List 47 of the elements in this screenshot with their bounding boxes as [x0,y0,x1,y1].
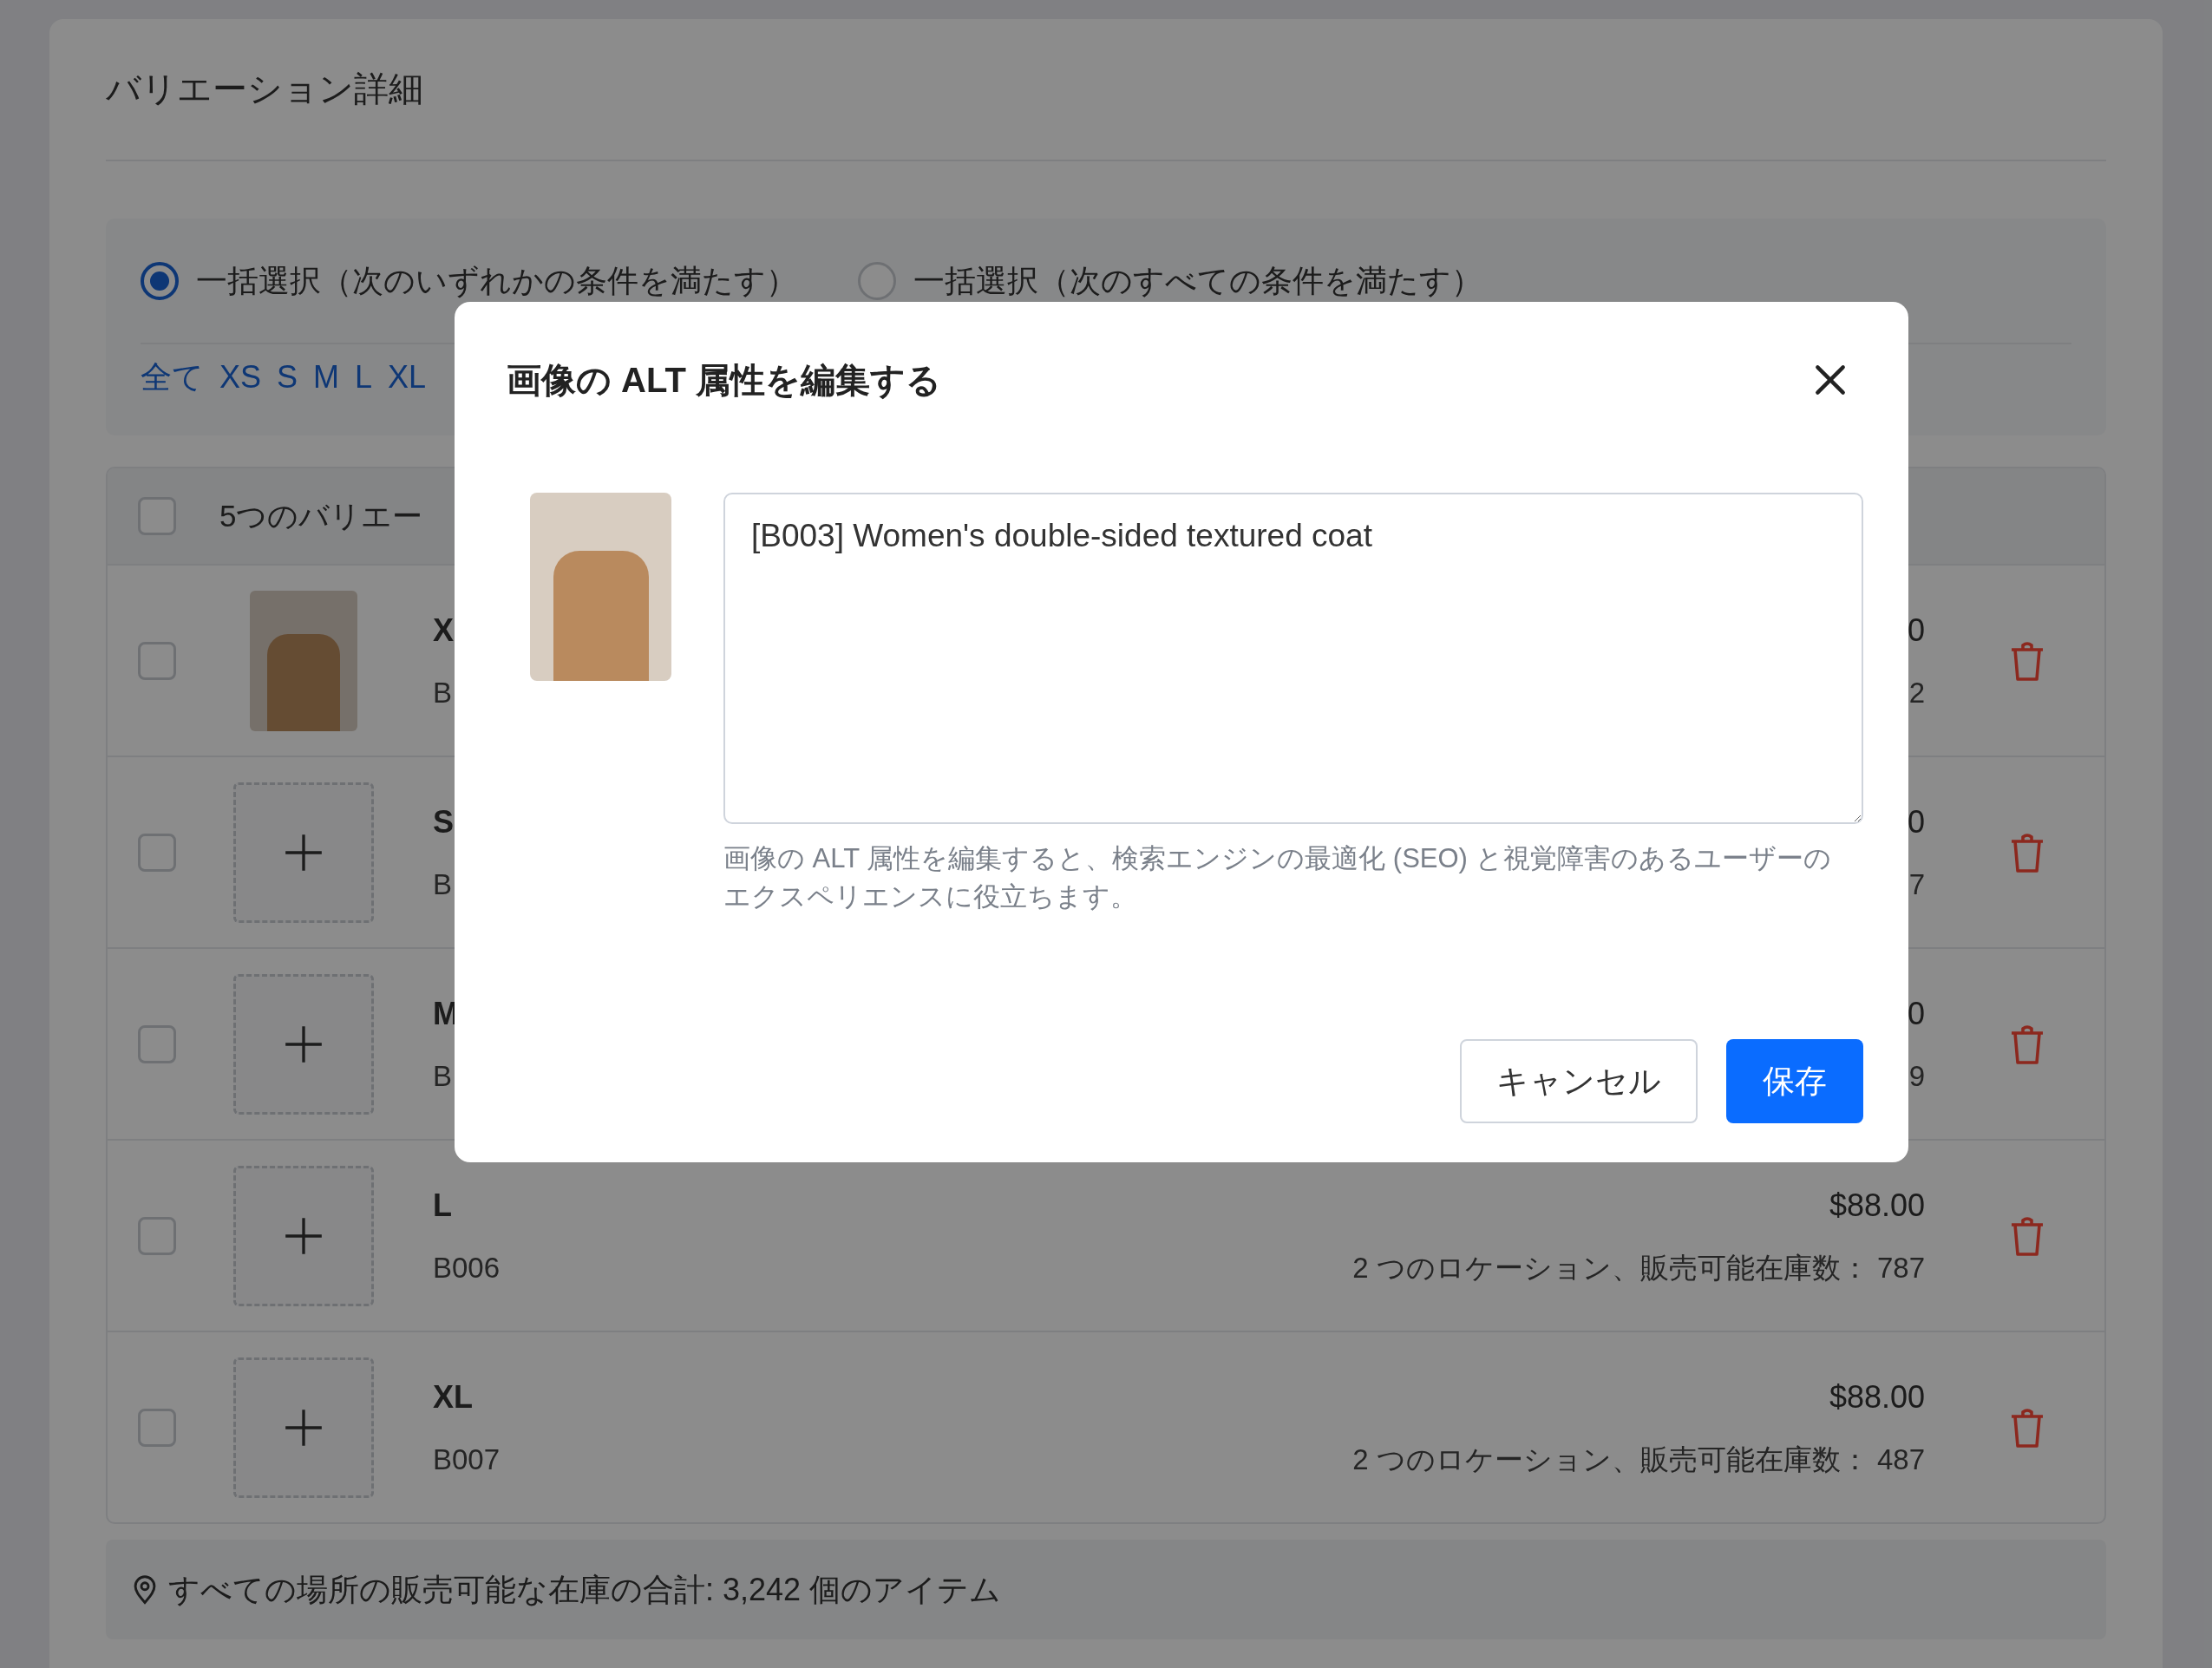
location-pin-icon [132,1574,158,1605]
alt-text-field[interactable]: [B003] Women's double-sided textured coat [723,493,1863,824]
add-image-button[interactable] [233,973,374,1115]
checkbox[interactable] [138,1408,176,1447]
checkbox[interactable] [138,1024,176,1063]
add-image-button[interactable] [233,1165,374,1306]
hint-text: 画像の ALT 属性を編集すると、検索エンジンの最適化 (SEO) と視覚障害のあるユーザーのエクスペリエンスに役立ちます。 [723,842,1832,913]
price-text: 0 [1907,611,1925,650]
stock-text: 2 つのロケーション、販売可能在庫数： 787 [1352,1250,1925,1285]
sku-text: B007 [433,1442,501,1477]
cancel-button[interactable]: キャンセル [1460,1039,1698,1123]
size-filter-link[interactable]: 全て [141,354,204,401]
inventory-total-text: すべての場所の販売可能な在庫の合計: 3,242 個のアイテム [168,1570,1002,1609]
price-text: 0 [1907,802,1925,841]
size-filter-link[interactable]: XS [219,354,262,401]
checkbox[interactable] [138,641,176,680]
variant-name: S [433,802,454,841]
add-image-button[interactable] [233,782,374,923]
variant-name: X [433,611,454,650]
radio-label: 一括選択（次のいずれかの条件を満たす） [196,261,797,300]
price-text: $88.00 [1829,1377,1925,1416]
dialog-title: 画像の ALT 属性を編集する [507,360,941,401]
price-text: 0 [1907,994,1925,1033]
size-filter-link[interactable]: XL [388,354,427,401]
checkbox[interactable] [138,833,176,872]
radio-label: 一括選択（次のすべての条件を満たす） [913,261,1482,300]
radio-button[interactable] [141,261,179,300]
price-text: $88.00 [1829,1186,1925,1225]
stock-text: 2 つのロケーション、販売可能在庫数： 487 [1352,1442,1925,1477]
size-filter-link[interactable]: M [313,354,340,401]
sku-text: B [433,867,452,902]
sku-text: B [433,1058,452,1094]
stock-text: 7 [1908,867,1925,902]
sku-text: B [433,675,452,710]
checkbox[interactable] [138,1216,176,1255]
variant-count-label: 5つのバリエー [219,497,423,534]
add-image-button[interactable] [233,1357,374,1498]
variant-name: XL [433,1377,473,1416]
save-button[interactable]: 保存 [1726,1039,1863,1123]
checkbox[interactable] [138,497,176,535]
sku-text: B006 [433,1250,501,1285]
section-title: バリエーション詳細 [106,69,424,109]
size-filter-link[interactable]: L [355,354,373,401]
stock-text: 2 [1908,675,1925,710]
variant-name: L [433,1186,452,1225]
stock-text: 9 [1908,1058,1925,1094]
size-filter-link[interactable]: S [277,354,298,401]
